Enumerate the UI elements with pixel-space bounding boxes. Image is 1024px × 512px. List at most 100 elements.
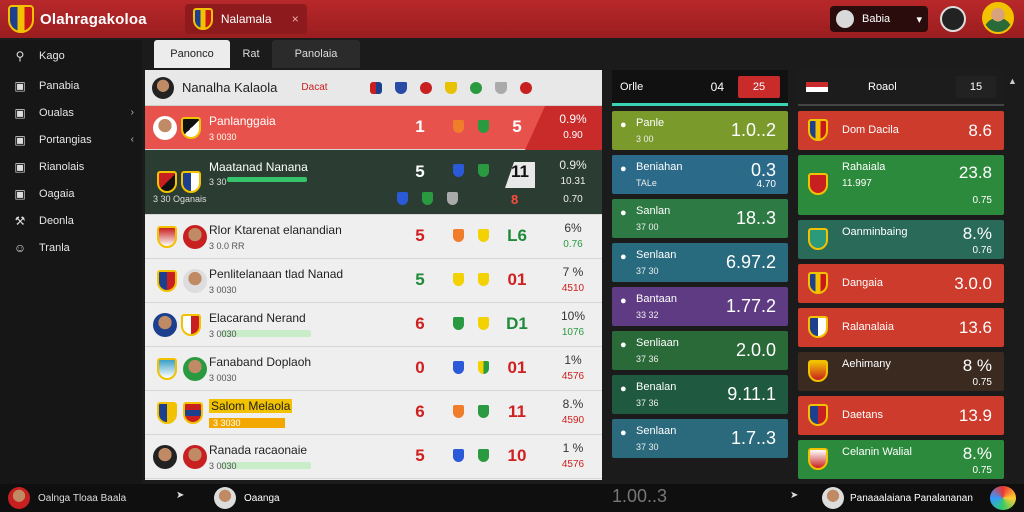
stat-card[interactable]: ● Senlaan 37 30 6.97.2 (612, 243, 788, 282)
stat-card[interactable]: ● Bantaan 33 32 1.77.2 (612, 287, 788, 326)
table-row[interactable]: Elacarand Nerand 3 0030 6 D1 10% 1076 (145, 303, 602, 347)
team-card[interactable]: Ralanalaia 13.6 (798, 308, 1004, 347)
table-row[interactable]: Rlor Ktarenat elanandian 3 0.0 RR 5 L6 6… (145, 215, 602, 259)
ball-icon[interactable] (519, 81, 532, 94)
player-name: Rlor Ktarenat elanandian (209, 223, 342, 237)
sidebar-search[interactable]: ⚲ Kago (0, 40, 142, 72)
team-crest-icon (808, 316, 828, 338)
goals-against: L6 (507, 226, 527, 245)
secondary-player[interactable]: Oaanga (214, 487, 280, 509)
shield-icon[interactable] (494, 81, 507, 94)
player-name: Elacarand Nerand (209, 311, 306, 325)
color-wheel-icon[interactable] (990, 486, 1016, 510)
player-icon: ● (620, 207, 627, 219)
sidebar-item-portangias[interactable]: ▣ Portangias ‹ (0, 126, 142, 153)
percent-change: 1076 (561, 327, 585, 338)
panel-b-badge[interactable]: 15 (956, 76, 996, 98)
player-stat: 3 0030 (209, 132, 237, 142)
stat-card[interactable]: ● Senliaan 37 36 2.0.0 (612, 331, 788, 370)
sidebar-item-label: Oualas (39, 106, 74, 119)
tab-panonco[interactable]: Panonco (154, 40, 230, 68)
list-icon: ▣ (14, 105, 26, 120)
player-icon: ● (620, 383, 627, 395)
goals-for: 5 (415, 446, 425, 465)
stat-card[interactable]: ● Senlaan 37 30 1.7..3 (612, 419, 788, 458)
table-row[interactable]: Panlanggaia 3 0030 1 5 0.9% 0.90 (145, 106, 602, 150)
sidebar-search-label: Kago (39, 50, 65, 62)
ball-icon[interactable] (419, 81, 432, 94)
team-card[interactable]: Celanin Walial 8.% 0.75 (798, 440, 1004, 479)
play-icon[interactable]: ➤ (790, 490, 798, 501)
now-playing[interactable]: Oalnga Tloaa Baala (8, 487, 126, 509)
user-menu[interactable]: Babia ▾ (830, 6, 928, 32)
team-card[interactable]: Daetans 13.9 (798, 396, 1004, 435)
form-icon (453, 120, 464, 133)
form-icon (453, 273, 464, 286)
sidebar-item-panabia[interactable]: ▣ Panabia (0, 72, 142, 99)
sidebar-item-label: Rianolais (39, 160, 85, 173)
now-playing-label: Oalnga Tloaa Baala (38, 492, 127, 504)
table-row[interactable]: Ranada racaonaie 3 0030 5 10 1 % 4576 (145, 435, 602, 479)
team-card-value: 8.% (962, 444, 992, 463)
flag-icon[interactable] (369, 81, 382, 94)
table-row[interactable]: Fanaband Doplaoh 3 0030 0 01 1% 4576 (145, 347, 602, 391)
flag-icon (806, 82, 828, 92)
team-crest-icon (157, 269, 177, 292)
goals-against: 11 (505, 162, 535, 188)
stat-card[interactable]: ● Benalan 37 36 9.11.1 (612, 375, 788, 414)
close-icon[interactable]: × (292, 12, 299, 26)
sidebar-item-tranla[interactable]: ☺ Tranla (0, 234, 142, 261)
panel-a-badge[interactable]: 25 (738, 75, 780, 98)
goals-against: 10 (507, 446, 527, 465)
team-card[interactable]: Dangaia 3.0.0 (798, 264, 1004, 303)
record-button[interactable] (940, 6, 966, 32)
player-name: Penlitelanaan tlad Nanad (209, 267, 344, 281)
team-card[interactable]: Rahaiala 11.997 23.8 0.75 (798, 155, 1004, 215)
table-row[interactable]: Maatanad Nanana 3 30 3 30 Oganais 5 11 8… (145, 150, 602, 215)
stat-card[interactable]: ● Beniahan TALe 0.3 4.70 (612, 155, 788, 194)
team-card[interactable]: Oanminbaing 8.% 0.76 (798, 220, 1004, 259)
league-crest-icon (192, 8, 213, 30)
ticker[interactable]: Panaaalaiana Panalananan (822, 487, 973, 509)
app-logo[interactable]: Olahragakoloa (8, 5, 147, 33)
tab-panolaia[interactable]: Panolaia (272, 40, 360, 68)
scrollbar[interactable]: ▲ (1008, 70, 1018, 490)
stat-card-sub: TALe (636, 178, 657, 188)
sidebar-item-label: Deonla (39, 214, 74, 227)
team-card[interactable]: Aehimany 8 % 0.75 (798, 352, 1004, 391)
stats-panel-b: Roaol 15 Dom Dacila 8.6 Rahaiala 11.997 … (798, 70, 1004, 490)
team-card[interactable]: Dom Dacila 8.6 (798, 111, 1004, 150)
bottom-bar: Oalnga Tloaa Baala ➤ Oaanga 1.00..3 ➤ Pa… (0, 484, 1024, 512)
shield-icon[interactable] (394, 81, 407, 94)
badge-icon[interactable] (469, 81, 482, 94)
play-icon[interactable]: ➤ (176, 490, 184, 501)
league-selector[interactable]: Nalamala × (184, 4, 307, 34)
form-icon (478, 164, 489, 177)
form-icon (478, 449, 489, 462)
chevron-left-icon: ‹ (130, 134, 134, 145)
stat-card[interactable]: ● Sanlan 37 00 18..3 (612, 199, 788, 238)
player-icon: ● (620, 119, 627, 131)
form-icon (453, 229, 464, 242)
team-crest-icon (157, 225, 177, 248)
sidebar-item-rianolais[interactable]: ▣ Rianolais (0, 153, 142, 180)
sidebar-item-oagaia[interactable]: ▣ Oagaia (0, 180, 142, 207)
player-name: Fanaband Doplaoh (209, 355, 312, 369)
ticker-label: Panaaalaiana Panalananan (850, 492, 973, 504)
goals-for: 5 (415, 270, 425, 289)
player-name: Maatanad Nanana (209, 160, 308, 174)
table-row[interactable]: Salom Melaola 3 3030 6 11 8.% 4590 (145, 391, 602, 435)
profile-avatar[interactable] (982, 2, 1014, 34)
table-row[interactable]: Penlitelanaan tlad Nanad 3 0030 5 01 7 %… (145, 259, 602, 303)
team-crest-icon (808, 173, 828, 195)
shield-icon[interactable] (444, 81, 457, 94)
sidebar-item-deonla[interactable]: ⚒ Deonla (0, 207, 142, 234)
progress-bar (227, 177, 307, 182)
chevron-down-icon[interactable]: ▾ (916, 13, 922, 26)
table-subtitle: Dacat (301, 82, 328, 93)
tab-rat[interactable]: Rat (230, 40, 272, 68)
sidebar-item-oualas[interactable]: ▣ Oualas › (0, 99, 142, 126)
league-name: Nalamala (220, 12, 272, 26)
scroll-up-icon[interactable]: ▲ (1008, 76, 1017, 86)
stat-card[interactable]: ● Panle 3 00 1.0..2 (612, 111, 788, 150)
